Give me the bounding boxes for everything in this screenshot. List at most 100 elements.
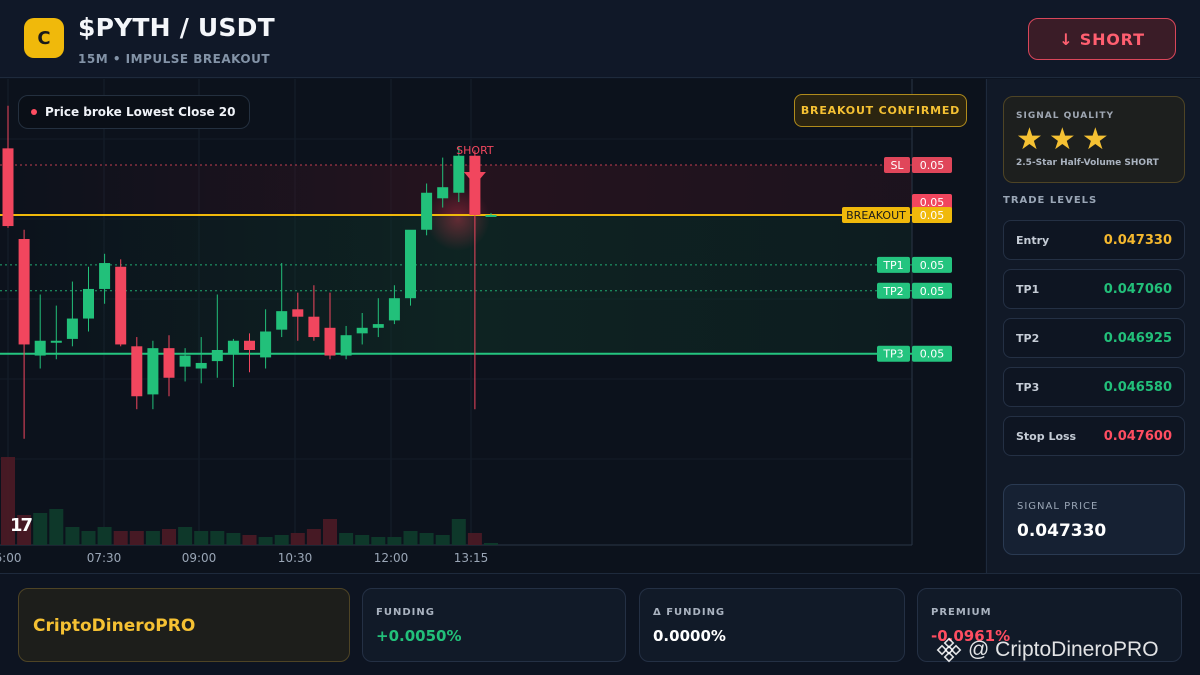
level-value-text: 0.05 — [920, 159, 945, 172]
funding-value: +0.0050% — [376, 627, 462, 645]
x-tick-label: 12:00 — [374, 551, 409, 565]
level-value: 0.047330 — [1103, 232, 1172, 248]
pair-title: $PYTH / USDT — [78, 13, 275, 42]
volume-bar — [258, 537, 273, 545]
level-label: TP1 — [1016, 282, 1040, 296]
level-value-text: 0.05 — [920, 209, 945, 222]
candle-body — [18, 239, 30, 345]
x-tick-label: 09:00 — [182, 551, 217, 565]
volume-bar — [484, 543, 498, 545]
watermark: @ CriptoDineroPRO — [936, 637, 1159, 663]
candlestick-chart[interactable]: 0.05SL0.050.05BREAKOUT0.05TP10.05TP20.05… — [0, 79, 985, 573]
candle-body — [340, 335, 352, 356]
volume-bar — [49, 509, 64, 545]
delta-funding-value: 0.0000% — [653, 627, 726, 645]
level-label: Stop Loss — [1016, 429, 1077, 443]
short-button[interactable]: ↓ SHORT — [1028, 18, 1176, 60]
volume-bar — [210, 531, 225, 545]
candle-body — [388, 298, 400, 321]
volume-bar — [339, 533, 354, 545]
signal-price-value: 0.047330 — [1017, 521, 1107, 541]
app-logo: C — [24, 18, 64, 58]
tradingview-logo[interactable]: 17 — [10, 515, 33, 536]
level-value: 0.046925 — [1103, 330, 1172, 346]
status-pill: Price broke Lowest Close 20 — [18, 95, 251, 129]
candle-body — [485, 214, 497, 217]
level-row-tp3: TP3 0.046580 — [1003, 367, 1185, 407]
level-value: 0.046580 — [1103, 379, 1172, 395]
watermark-text: @ CriptoDineroPRO — [968, 638, 1159, 661]
star-icon: ★ — [1016, 122, 1043, 157]
candle-body — [405, 229, 416, 299]
volume-bar — [33, 513, 48, 545]
brand-name: CriptoDineroPRO — [33, 616, 196, 636]
level-row-tp1: TP1 0.047060 — [1003, 269, 1185, 309]
candle-body — [244, 340, 255, 350]
volume-bar — [403, 531, 418, 545]
volume-bar — [467, 533, 482, 545]
volume-bar — [274, 535, 289, 545]
level-row-stop-loss: Stop Loss 0.047600 — [1003, 416, 1185, 456]
level-name-text: BREAKOUT — [846, 209, 906, 222]
level-label: Entry — [1016, 233, 1050, 247]
x-tick-label: 13:15 — [454, 551, 489, 565]
header-bar: C $PYTH / USDT 15M • IMPULSE BREAKOUT ↓ … — [0, 0, 1200, 78]
level-value: 0.047060 — [1103, 281, 1172, 297]
candle-body — [308, 316, 320, 338]
bottom-stats: CriptoDineroPRO FUNDING +0.0050% Δ FUNDI… — [0, 573, 1200, 675]
volume-bar — [290, 533, 305, 545]
breakout-confirmed-badge: BREAKOUT CONFIRMED — [794, 94, 967, 127]
candle-body — [147, 348, 159, 395]
status-text: Price broke Lowest Close 20 — [45, 105, 236, 119]
delta-funding-label: Δ FUNDING — [653, 607, 726, 618]
chart-panel[interactable]: 0.05 SL 0.05 0.05 BREAKOUT 0.05 TP1 0.05 TP2 0.05… — [0, 79, 985, 573]
candle-body — [195, 362, 207, 369]
volume-bar — [387, 537, 402, 545]
level-value-text: 0.05 — [920, 259, 945, 272]
candle-body — [356, 327, 368, 334]
volume-bar — [97, 527, 112, 545]
volume-bar — [81, 531, 96, 545]
x-tick-label: 6:00 — [0, 551, 21, 565]
candle-body — [34, 340, 46, 356]
candle-body — [437, 187, 449, 199]
volume-bar — [129, 531, 144, 545]
signal-price-card: SIGNAL PRICE 0.047330 — [1003, 484, 1185, 555]
funding-label: FUNDING — [376, 607, 435, 618]
volume-bar — [113, 531, 128, 545]
candle-body — [83, 288, 94, 319]
level-value-text: 0.05 — [920, 348, 945, 361]
status-dot-icon — [31, 109, 37, 115]
level-value-text: 0.05 — [920, 285, 945, 298]
candle-body — [211, 350, 223, 362]
volume-bar — [65, 527, 80, 545]
signal-quality-card: SIGNAL QUALITY ★ ★ ★ 2.5-Star Half-Volume … — [1003, 96, 1185, 183]
star-icon: ★ — [1081, 122, 1109, 157]
brand-card: CriptoDineroPRO — [18, 588, 350, 662]
candle-body — [2, 148, 14, 227]
level-row-tp2: TP2 0.046925 — [1003, 318, 1185, 358]
level-row-entry: Entry 0.047330 — [1003, 220, 1185, 260]
pair-subtitle: 15M • IMPULSE BREAKOUT — [78, 52, 271, 66]
level-label: TP2 — [1016, 331, 1040, 345]
candle-body — [372, 324, 384, 328]
star-rating: ★ ★ ★ — [1016, 123, 1109, 157]
signal-price-label: SIGNAL PRICE — [1017, 501, 1099, 512]
trade-levels-title: TRADE LEVELS — [1003, 195, 1098, 206]
delta-funding-card: Δ FUNDING 0.0000% — [639, 588, 905, 662]
x-tick-label: 10:30 — [278, 551, 313, 565]
signal-quality-title: SIGNAL QUALITY — [1016, 111, 1114, 121]
star-icon: ★ — [1048, 122, 1076, 157]
funding-card: FUNDING +0.0050% — [362, 588, 626, 662]
candle-body — [324, 327, 336, 356]
candle-body — [292, 309, 304, 317]
signal-quality-desc: 2.5-Star Half-Volume SHORT — [1016, 158, 1159, 168]
candle-body — [163, 348, 175, 378]
volume-bar — [242, 535, 257, 545]
x-tick-label: 07:30 — [87, 551, 122, 565]
candle-body — [115, 266, 127, 345]
candle-body — [421, 192, 433, 230]
candle-body — [131, 346, 143, 397]
candle-body — [179, 355, 191, 367]
candle-body — [66, 318, 78, 339]
